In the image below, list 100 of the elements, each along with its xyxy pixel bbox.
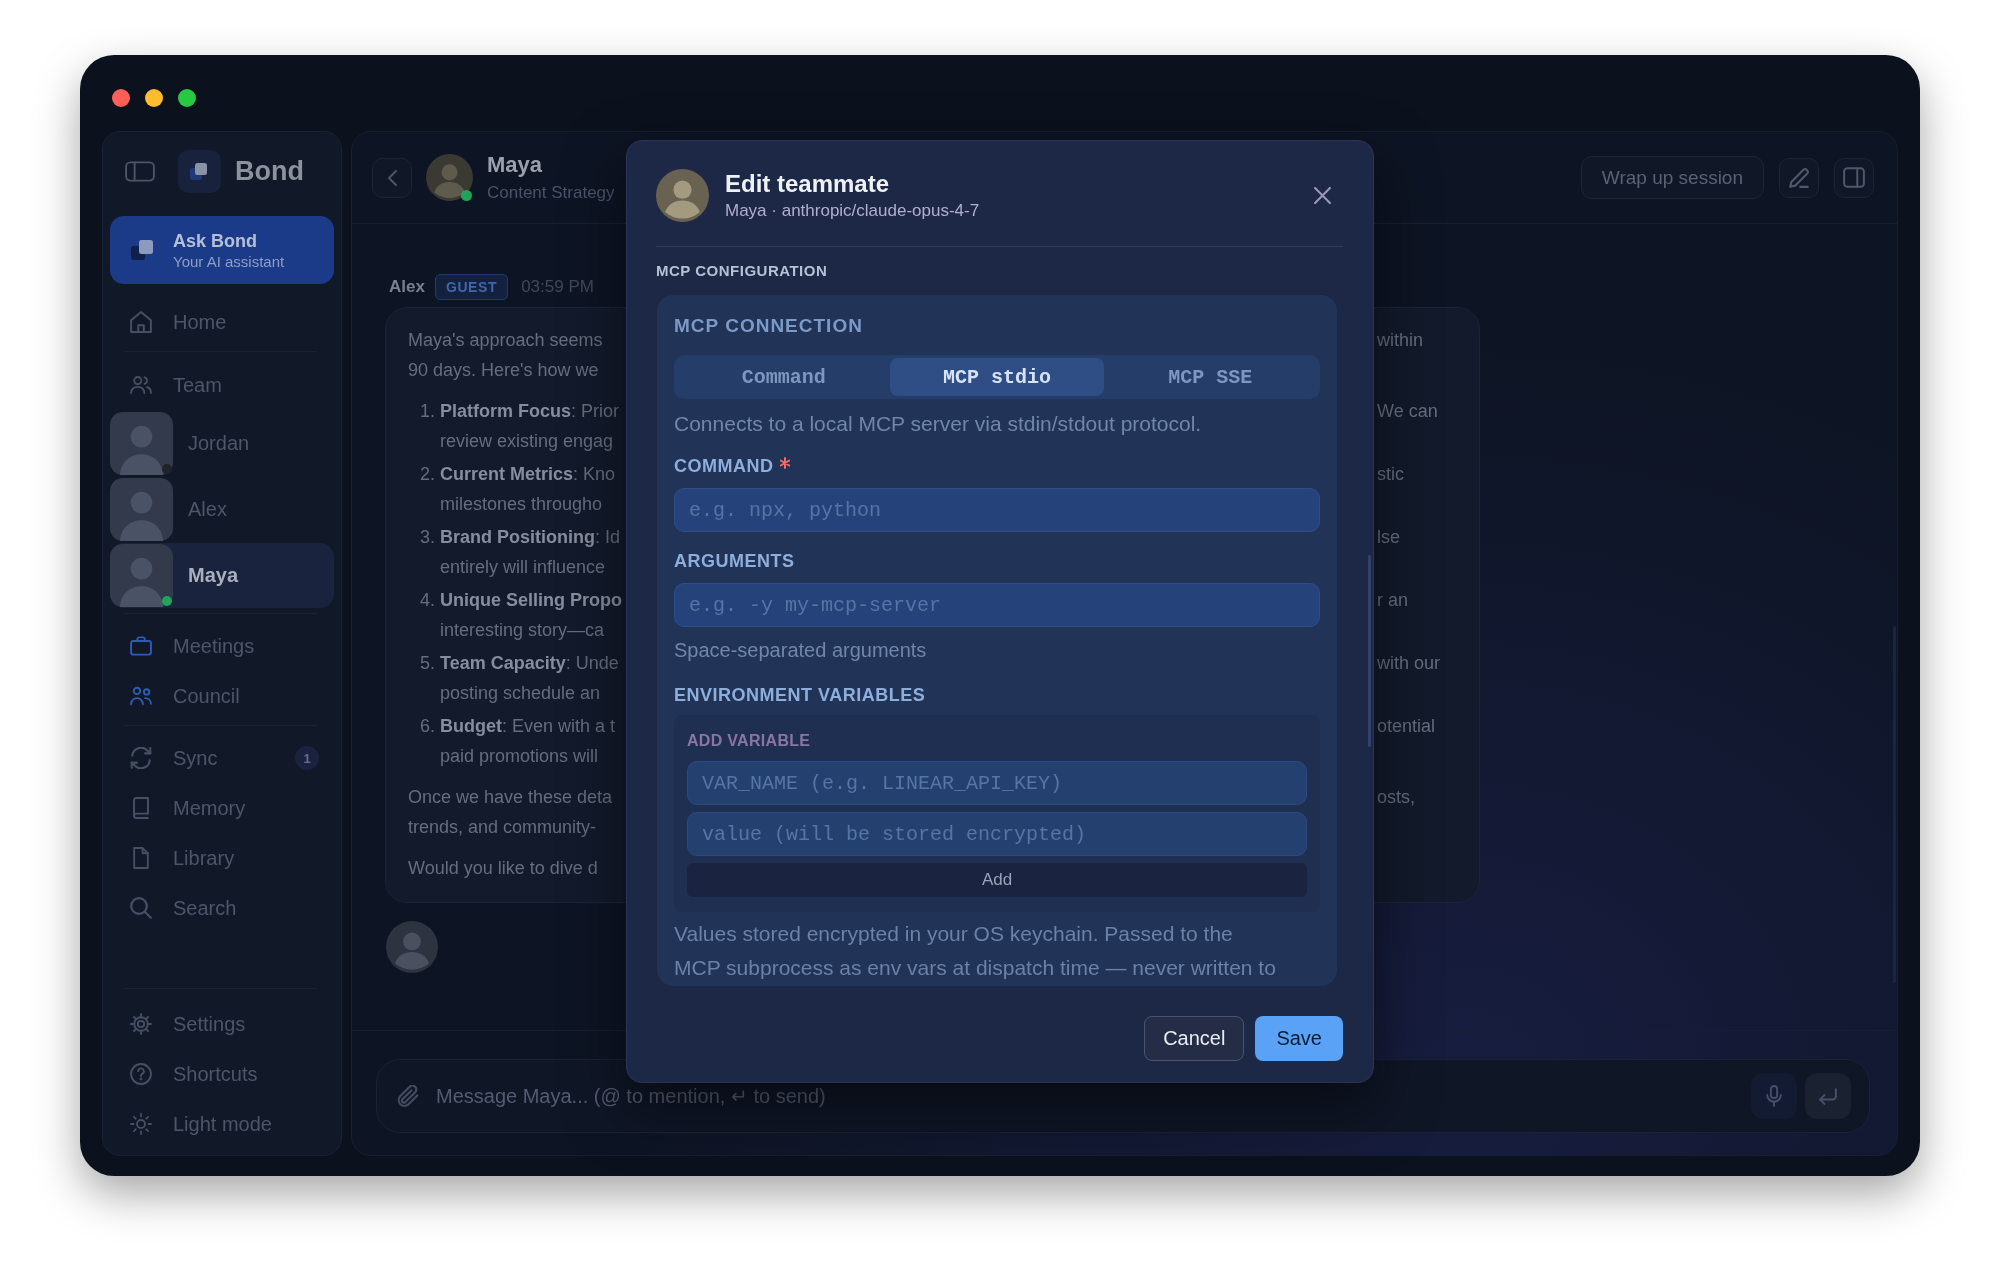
sidebar-item[interactable]: Team	[110, 360, 334, 410]
document-icon	[130, 847, 152, 869]
wrap-up-session-button[interactable]: Wrap up session	[1580, 156, 1764, 199]
send-button[interactable]	[1805, 1073, 1851, 1119]
sidebar-item[interactable]: Settings	[110, 999, 334, 1049]
enter-arrow-icon	[1819, 1087, 1837, 1105]
window-close-icon[interactable]	[112, 89, 130, 107]
dialog-title: Edit teammate	[725, 169, 891, 199]
sender-name: Alex	[389, 277, 425, 297]
ask-assistant-button[interactable]: Ask Bond Your AI assistant	[110, 216, 334, 284]
sidebar-item[interactable]: Light mode	[110, 1099, 334, 1149]
book-icon	[130, 797, 152, 819]
chat-title: Maya	[487, 151, 544, 179]
list-number: 4.	[420, 589, 436, 611]
pencil-icon	[1789, 167, 1809, 188]
message-text: stic	[1377, 463, 1404, 484]
message-text: interesting story—ca	[440, 619, 605, 641]
save-button[interactable]: Save	[1255, 1016, 1343, 1061]
subsection-label: ADD VARIABLE	[687, 732, 812, 750]
connection-tab[interactable]: MCP stdio	[890, 358, 1104, 396]
app-name: Bond	[235, 156, 304, 187]
message-text: trends, and community-	[408, 816, 597, 838]
edit-button[interactable]	[1779, 157, 1819, 198]
sidebar-item[interactable]: Sync 1	[110, 733, 334, 783]
settings-icon	[130, 1013, 152, 1035]
message-text: Once we have these deta	[408, 786, 613, 808]
message-text: Would you like to dive d	[408, 857, 598, 879]
scrollbar-thumb[interactable]	[1368, 555, 1371, 747]
microphone-button[interactable]	[1751, 1073, 1797, 1119]
connection-tab[interactable]: Command	[677, 358, 891, 396]
stacked-squares-icon	[130, 237, 156, 263]
chevron-left-icon	[387, 169, 397, 186]
connection-tab[interactable]: MCP SSE	[1103, 358, 1317, 396]
window-maximize-icon[interactable]	[178, 89, 196, 107]
sidebar-toggle-icon[interactable]	[125, 161, 155, 182]
sidebar-item[interactable]: Home	[110, 297, 334, 347]
logo-icon	[178, 150, 221, 193]
message-text: We can	[1377, 400, 1438, 421]
back-button[interactable]	[372, 157, 412, 198]
field-label: ARGUMENTS	[674, 550, 795, 572]
person-avatar-icon	[386, 921, 438, 973]
section-heading: MCP CONFIGURATION	[656, 263, 829, 279]
message-text: Brand Positioning: Id	[440, 526, 620, 548]
message-text: Current Metrics: Kno	[440, 463, 616, 485]
helper-text: Values stored encrypted in your OS keychain. Passed to the MCP subprocess as env vars at dispatch time — never written to	[674, 921, 1277, 981]
window-minimize-icon[interactable]	[145, 89, 163, 107]
person-avatar-icon	[110, 544, 173, 607]
toggle-panel-button[interactable]	[1834, 157, 1874, 198]
person-avatar-icon	[110, 412, 173, 475]
message-text: Budget: Even with a t	[440, 715, 616, 737]
message-text: with our	[1377, 652, 1441, 673]
dialog-subtitle: Maya · anthropic/claude-opus-4-7	[725, 200, 980, 222]
helper-text: Space-separated arguments	[674, 638, 928, 662]
person-avatar-icon	[110, 478, 173, 541]
home-icon	[130, 311, 152, 333]
list-number: 1.	[420, 400, 436, 422]
sidebar-item[interactable]: Council	[110, 671, 334, 721]
help-icon	[130, 1063, 152, 1085]
message-text: osts,	[1377, 786, 1415, 807]
message-text: lse	[1377, 526, 1400, 547]
panel-icon	[1843, 167, 1865, 188]
message-text: Platform Focus: Prior	[440, 400, 620, 422]
people-icon	[130, 374, 152, 396]
microphone-icon	[1766, 1085, 1782, 1107]
sidebar-item[interactable]: Library	[110, 833, 334, 883]
sidebar-item[interactable]: Memory	[110, 783, 334, 833]
message-text: otential	[1377, 715, 1436, 736]
teammate-item[interactable]: Alex	[110, 477, 334, 542]
person-avatar-icon	[426, 154, 473, 201]
cancel-button[interactable]: Cancel	[1144, 1016, 1245, 1061]
field-label: COMMAND	[674, 455, 774, 477]
message-text: entirely will influence	[440, 556, 606, 578]
search-icon	[130, 897, 152, 919]
chat-subtitle: Content Strategy	[487, 182, 615, 204]
message-text: within	[1377, 329, 1424, 350]
message-text: Maya's approach seems	[408, 329, 603, 351]
section-label: ENVIRONMENT VARIABLES	[674, 684, 927, 706]
message-text: Team Capacity: Unde	[440, 652, 619, 674]
sync-arrows-icon	[130, 747, 152, 769]
card-heading: MCP CONNECTION	[674, 315, 864, 337]
sidebar-item[interactable]: Search	[110, 883, 334, 933]
paperclip-icon[interactable]	[397, 1085, 419, 1107]
message-text: review existing engag	[440, 430, 614, 452]
list-number: 5.	[420, 652, 436, 674]
sidebar-item[interactable]: Shortcuts	[110, 1049, 334, 1099]
sidebar-item[interactable]: Meetings	[110, 621, 334, 671]
count-badge: 1	[295, 746, 319, 770]
description-text: Connects to a local MCP server via stdin/stdout protocol.	[674, 411, 1203, 437]
close-icon[interactable]	[1314, 187, 1331, 204]
guest-badge: GUEST	[434, 274, 509, 300]
list-number: 3.	[420, 526, 436, 548]
message-text: Unique Selling Propo	[440, 589, 622, 611]
teammate-item[interactable]: Maya	[110, 543, 334, 608]
teammate-item[interactable]: Jordan	[110, 411, 334, 476]
list-number: 2.	[420, 463, 436, 485]
person-avatar-icon	[656, 169, 709, 222]
sun-icon	[130, 1113, 152, 1135]
add-button[interactable]: Add	[687, 863, 1307, 897]
message-text: posting schedule an	[440, 682, 601, 704]
message-text: r an	[1377, 589, 1409, 610]
